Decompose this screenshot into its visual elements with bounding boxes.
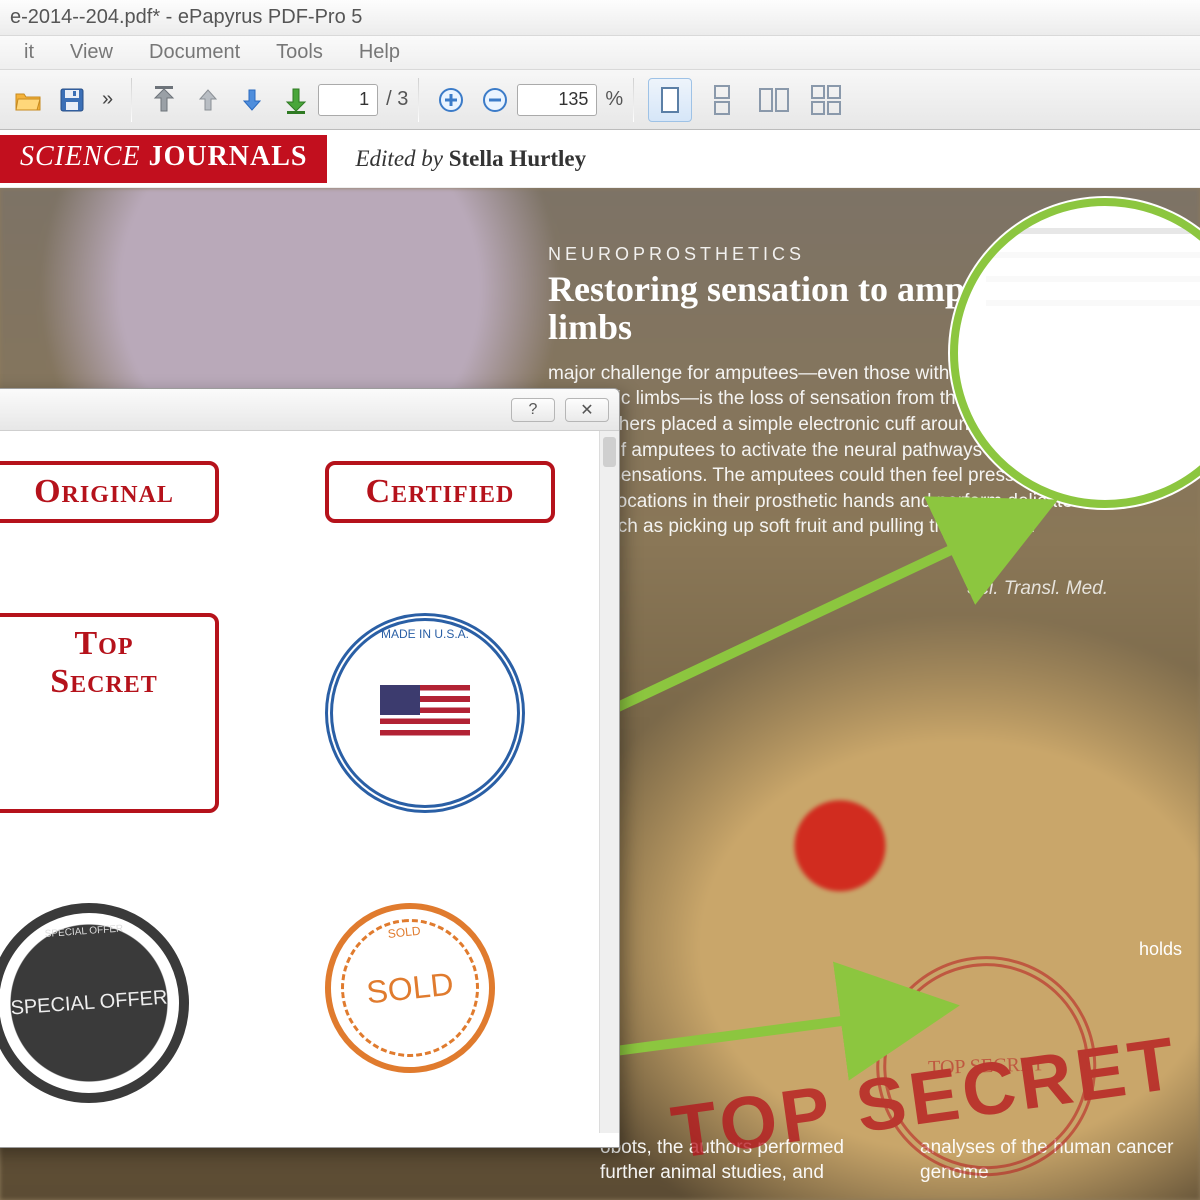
stamp-sold-small-text: SOLD bbox=[387, 924, 421, 941]
last-page-icon[interactable] bbox=[276, 80, 316, 120]
editor-name: Stella Hurtley bbox=[449, 146, 586, 171]
zoom-input[interactable] bbox=[517, 84, 597, 116]
prev-page-icon[interactable] bbox=[188, 80, 228, 120]
stamp-made-in-usa[interactable]: MADE IN U.S.A. bbox=[325, 613, 525, 813]
stamp-special-offer-text: SPECIAL OFFER bbox=[10, 987, 168, 1019]
article-caption: holds bbox=[1139, 939, 1182, 960]
stamp-picker-dialog[interactable]: ? ✕ Original Certified Top Secret MADE I… bbox=[0, 388, 620, 1148]
journal-word-1: SCIENCE bbox=[20, 141, 141, 172]
page-total-label: / 3 bbox=[386, 88, 408, 111]
dialog-help-button[interactable]: ? bbox=[511, 398, 555, 422]
menu-help[interactable]: Help bbox=[341, 37, 418, 68]
stamp-top-secret[interactable]: Top Secret bbox=[0, 613, 219, 813]
edited-prefix: Edited by bbox=[355, 146, 448, 171]
stamp-sold[interactable]: SOLD SOLD bbox=[317, 895, 504, 1082]
stamp-certified[interactable]: Certified bbox=[325, 461, 555, 523]
open-icon[interactable] bbox=[8, 80, 48, 120]
toolbar-overflow[interactable]: » bbox=[102, 88, 113, 111]
next-page-icon[interactable] bbox=[232, 80, 272, 120]
usa-flag-icon bbox=[380, 685, 470, 741]
view-single-page-button[interactable] bbox=[648, 78, 692, 122]
menu-view[interactable]: View bbox=[52, 37, 131, 68]
document-viewport[interactable]: NEUROPROSTHETICS Restoring sensation to … bbox=[0, 188, 1200, 1200]
menu-tools[interactable]: Tools bbox=[258, 37, 341, 68]
stamp-sold-text: SOLD bbox=[365, 965, 456, 1011]
stamp-original[interactable]: Original bbox=[0, 461, 219, 523]
dialog-titlebar[interactable]: ? ✕ bbox=[0, 389, 619, 431]
article-citation: Sci. Transl. Med. bbox=[548, 578, 1108, 600]
page-number-input[interactable] bbox=[318, 84, 378, 116]
scrollbar-thumb[interactable] bbox=[603, 437, 616, 467]
separator bbox=[418, 78, 419, 122]
separator bbox=[633, 78, 634, 122]
separator bbox=[131, 78, 132, 122]
dialog-body: Original Certified Top Secret MADE IN U.… bbox=[0, 431, 619, 1133]
zoom-in-icon[interactable] bbox=[431, 80, 471, 120]
menu-edit[interactable]: it bbox=[6, 37, 52, 68]
journal-badge: SCIENCE JOURNALS bbox=[0, 135, 327, 183]
view-facing-continuous-button[interactable] bbox=[804, 78, 848, 122]
toolbar: » / 3 % bbox=[0, 70, 1200, 130]
first-page-icon[interactable] bbox=[144, 80, 184, 120]
zoom-unit-label: % bbox=[605, 88, 623, 111]
dialog-close-button[interactable]: ✕ bbox=[565, 398, 609, 422]
view-continuous-button[interactable] bbox=[700, 78, 744, 122]
stamp-special-offer[interactable]: SPECIAL OFFER SPECIAL OFFER bbox=[0, 896, 196, 1109]
window-title: e-2014--204.pdf* - ePapyrus PDF-Pro 5 bbox=[10, 6, 362, 29]
title-bar: e-2014--204.pdf* - ePapyrus PDF-Pro 5 bbox=[0, 0, 1200, 36]
document-banner: SCIENCE JOURNALS Edited by Stella Hurtle… bbox=[0, 130, 1200, 188]
stamp-usa-ring-text: MADE IN U.S.A. bbox=[381, 627, 469, 641]
dialog-scrollbar[interactable] bbox=[599, 431, 619, 1133]
zoom-out-icon[interactable] bbox=[475, 80, 515, 120]
menu-bar: it View Document Tools Help bbox=[0, 36, 1200, 70]
journal-word-2: JOURNALS bbox=[149, 141, 308, 172]
stamp-special-small-text: SPECIAL OFFER bbox=[45, 924, 124, 940]
save-icon[interactable] bbox=[52, 80, 92, 120]
view-facing-button[interactable] bbox=[752, 78, 796, 122]
edited-by: Edited by Stella Hurtley bbox=[355, 146, 586, 172]
menu-document[interactable]: Document bbox=[131, 37, 258, 68]
